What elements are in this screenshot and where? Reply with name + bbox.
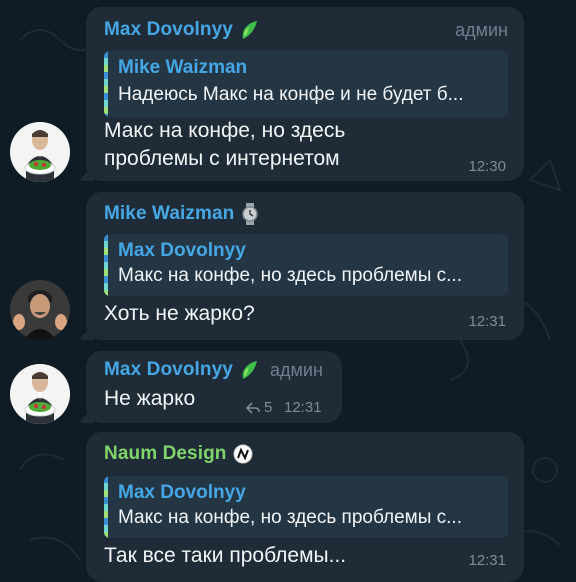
bubble-tail [78,165,94,181]
sender-name[interactable]: Naum Design [104,443,253,465]
green-leaf-icon [242,361,257,379]
avatar[interactable] [10,122,70,182]
message-time: 12:31 [468,552,506,569]
message-bubble[interactable]: Max Dovolnyy админ Не жарко 5 12:31 [78,351,342,423]
avatar-man-with-salad-icon [10,122,70,182]
reply-count[interactable]: 5 [246,399,272,416]
message-bubble[interactable]: Naum Design Max Dovolnyy Макс на конфе, … [86,432,524,582]
sender-name-text: Max Dovolnyy [104,19,233,40]
quote-bar [104,234,108,296]
reply-quote[interactable]: Max Dovolnyy Макс на конфе, но здесь про… [104,476,508,538]
message-time: 12:30 [468,158,506,175]
quote-text: Макс на конфе, но здесь проблемы с... [118,265,462,286]
watch-icon [242,203,259,225]
naum-logo-icon [233,444,253,464]
reply-quote[interactable]: Mike Waizman Надеюсь Макс на конфе и не … [104,51,508,117]
admin-badge: админ [270,360,323,380]
message-bubble[interactable]: Mike Waizman Max Dovolnyy Макс на конфе,… [78,192,524,340]
quote-author: Mike Waizman [118,57,248,78]
quote-text: Надеюсь Макс на конфе и не будет б... [118,84,464,105]
bubble-tail [78,324,94,340]
bubble-tail [78,407,94,423]
quote-author: Max Dovolnyy [118,482,246,503]
sender-name[interactable]: Max Dovolnyy [104,359,259,381]
sender-name-text: Mike Waizman [104,203,235,224]
message-text: Хоть не жарко? [104,302,255,325]
message-time: 12:31 [468,313,506,330]
avatar[interactable] [10,280,70,340]
quote-author: Max Dovolnyy [118,240,246,261]
reply-count-number: 5 [264,399,273,416]
message-time: 12:31 [284,399,322,416]
message-text-line: проблемы с интернетом [104,147,340,170]
avatar-man-thumbs-up-icon [10,280,70,340]
quote-bar [104,51,108,117]
avatar-man-with-salad-icon [10,364,70,424]
message-bubble[interactable]: Max Dovolnyy админ Mike Waizman Надеюсь … [78,7,524,181]
reply-arrow-icon [246,401,260,414]
reply-quote[interactable]: Max Dovolnyy Макс на конфе, но здесь про… [104,234,508,296]
message-text: Не жарко [104,387,196,410]
admin-badge: админ [455,20,508,40]
green-leaf-icon [242,21,257,39]
sender-name-text: Max Dovolnyy [104,359,233,380]
sender-name[interactable]: Mike Waizman [104,202,260,226]
sender-name-text: Naum Design [104,443,227,464]
message-text-line: Макс на конфе, но здесь [104,119,346,142]
avatar[interactable] [10,364,70,424]
sender-name[interactable]: Max Dovolnyy [104,19,259,41]
quote-text: Макс на конфе, но здесь проблемы с... [118,507,462,528]
quote-bar [104,476,108,538]
message-text: Так все таки проблемы... [104,544,347,567]
